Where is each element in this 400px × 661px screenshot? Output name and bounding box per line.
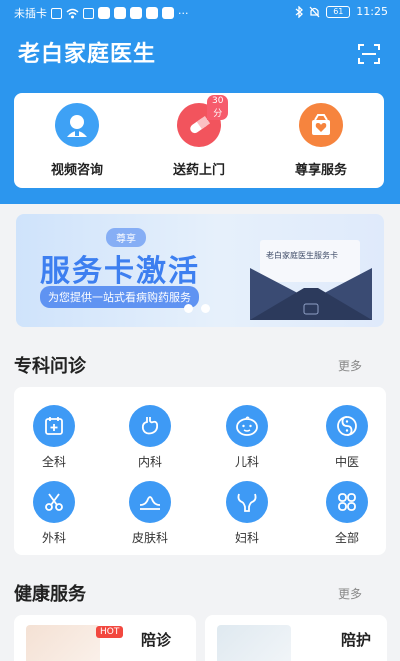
hot-badge: HOT	[96, 626, 124, 638]
banner-title: 服务卡激活	[40, 254, 200, 289]
quick-actions-card: 视频咨询 30分 送药上门 尊享服务	[14, 93, 384, 188]
app-title: 老白家庭医生	[18, 42, 157, 67]
shield-icon	[98, 7, 110, 19]
pagination-dot	[201, 304, 210, 313]
status-bar: 未插卡 ··· 61 11:25	[0, 0, 400, 24]
pill-icon: 30分	[177, 95, 229, 147]
video-consult-label: 视频咨询	[50, 163, 103, 178]
face-icon	[162, 7, 174, 19]
uterus-icon	[226, 481, 268, 523]
specialty-tcm[interactable]: 中医	[307, 405, 387, 470]
clock: 11:25	[356, 5, 388, 18]
specialty-label: 皮肤科	[131, 531, 168, 545]
wifi-icon	[66, 8, 79, 18]
delivery-time-badge: 30分	[207, 95, 229, 120]
escort-service-card[interactable]: HOT 陪诊	[14, 615, 196, 661]
specialty-label: 内科	[137, 455, 162, 469]
bluetooth-icon	[295, 5, 304, 18]
specialty-dermatology[interactable]: 皮肤科	[110, 481, 190, 546]
message-icon	[83, 7, 94, 19]
escort-label: 陪诊	[141, 631, 172, 649]
mute-bell-icon	[309, 6, 320, 17]
specialty-pediatrics[interactable]: 儿科	[207, 405, 287, 470]
medicine-delivery-label: 送药上门	[172, 163, 225, 178]
app-notify-icon	[114, 7, 126, 19]
specialty-all[interactable]: 全部	[307, 481, 387, 546]
nursing-image	[217, 625, 291, 661]
heart-box-icon	[299, 103, 343, 147]
grid-icon	[326, 481, 368, 523]
health-section-title: 健康服务	[14, 584, 86, 605]
doctor-icon	[55, 103, 99, 147]
battery-icon: 61	[326, 5, 351, 18]
specialty-label: 全科	[41, 455, 66, 469]
stomach-icon	[129, 405, 171, 447]
nursing-label: 陪护	[341, 631, 372, 649]
skin-icon	[129, 481, 171, 523]
scan-icon[interactable]	[358, 44, 380, 64]
nfc-icon	[51, 7, 62, 19]
specialty-label: 外科	[41, 531, 66, 545]
specialty-grid: 全科 内科 儿科 中医 外科 皮肤科 妇科 全部	[14, 387, 386, 555]
image-icon	[130, 7, 142, 19]
video-consult-button[interactable]: 视频咨询	[22, 103, 132, 178]
carrier-text: 未插卡	[14, 7, 47, 20]
escort-image	[26, 625, 100, 661]
specialty-label: 妇科	[234, 531, 259, 545]
specialty-label: 儿科	[234, 455, 259, 469]
service-card-banner[interactable]: 尊享 服务卡激活 为您提供一站式看病购药服务 老白家庭医生服务卡	[16, 214, 384, 327]
battery-level: 61	[333, 7, 344, 16]
specialty-label: 全部	[334, 531, 359, 545]
specialty-section-title: 专科问诊	[14, 356, 86, 377]
scissors-icon	[33, 481, 75, 523]
specialty-internal[interactable]: 内科	[110, 405, 190, 470]
calendar-plus-icon	[33, 405, 75, 447]
health-more-link[interactable]: 更多	[338, 585, 362, 602]
premium-service-label: 尊享服务	[294, 163, 347, 178]
specialty-label: 中医	[334, 455, 359, 469]
gallery-icon	[146, 7, 158, 19]
specialty-more-link[interactable]: 更多	[338, 357, 362, 374]
specialty-surgery[interactable]: 外科	[14, 481, 94, 546]
premium-service-button[interactable]: 尊享服务	[266, 103, 376, 178]
overflow-indicator: ···	[178, 6, 189, 20]
banner-subtitle: 为您提供一站式看病购药服务	[40, 286, 199, 308]
medicine-delivery-button[interactable]: 30分 送药上门	[144, 95, 254, 178]
nursing-service-card[interactable]: 陪护	[205, 615, 387, 661]
envelope-illustration: 老白家庭医生服务卡	[244, 238, 378, 322]
specialty-gynecology[interactable]: 妇科	[207, 481, 287, 546]
specialty-general[interactable]: 全科	[14, 405, 94, 470]
yin-yang-icon	[326, 405, 368, 447]
child-face-icon	[226, 405, 268, 447]
pagination-dot	[184, 304, 193, 313]
banner-tag: 尊享	[106, 228, 146, 247]
banner-pagination	[184, 304, 210, 313]
